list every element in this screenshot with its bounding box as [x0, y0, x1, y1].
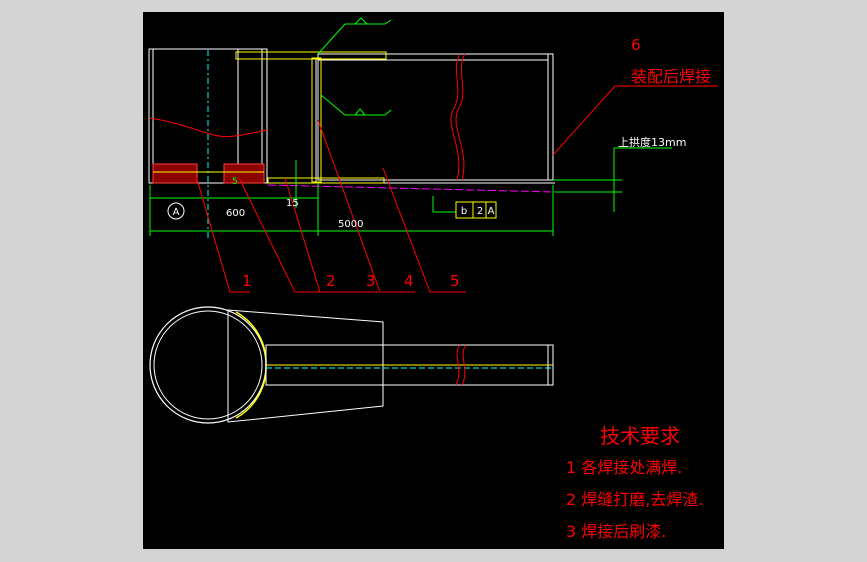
- part-label-1: 1: [242, 272, 252, 290]
- camber-label: 上拱度13mm: [618, 135, 686, 149]
- cad-viewport[interactable]: A 600 5000 15 5 上拱度13mm b 2 A 1 2 3 4 5 …: [143, 12, 724, 549]
- dimension-lines: [149, 147, 672, 236]
- dim-600: 600: [226, 208, 245, 219]
- weld-symbol-top: [317, 17, 392, 55]
- tolerance-frame: b 2 A: [455, 201, 497, 219]
- requirements-title: 技术要求: [600, 424, 680, 448]
- dim-15: 15: [286, 198, 299, 209]
- part-label-2: 2: [326, 272, 336, 290]
- beam-break-line-2: [450, 53, 461, 181]
- web-plate: [311, 57, 322, 183]
- weld-symbol-mid: [320, 94, 392, 116]
- part-label-6: 6: [631, 36, 641, 54]
- top-flange-plate: [235, 51, 387, 184]
- part-label-3: 3: [366, 272, 376, 290]
- pipe-section-view: [149, 306, 554, 424]
- datum-a-label: A: [173, 207, 180, 218]
- break-line: [149, 117, 269, 137]
- svg-text:A: A: [488, 206, 495, 217]
- part-label-4: 4: [404, 272, 414, 290]
- requirement-item-2: 2 焊缝打磨,去焊渣.: [566, 490, 703, 509]
- part-label-5: 5: [450, 272, 460, 290]
- requirement-item-3: 3 焊接后刷漆.: [566, 522, 666, 541]
- assembly-weld-note: 装配后焊接: [631, 67, 711, 86]
- technical-requirements: 技术要求 1 各焊接处满焊. 2 焊缝打磨,去焊渣. 3 焊接后刷漆.: [566, 424, 703, 541]
- drawing-canvas: A 600 5000 15 5 上拱度13mm b 2 A 1 2 3 4 5 …: [148, 17, 718, 541]
- leader-lines: [195, 85, 718, 293]
- main-beam: [268, 53, 555, 184]
- dim-5000: 5000: [338, 219, 363, 230]
- beam-break-line: [455, 53, 466, 181]
- requirement-item-1: 1 各焊接处满焊.: [566, 458, 682, 477]
- svg-text:2: 2: [477, 206, 483, 217]
- dim-5: 5: [232, 177, 238, 187]
- camber-line: [267, 184, 556, 193]
- svg-text:b: b: [461, 206, 467, 217]
